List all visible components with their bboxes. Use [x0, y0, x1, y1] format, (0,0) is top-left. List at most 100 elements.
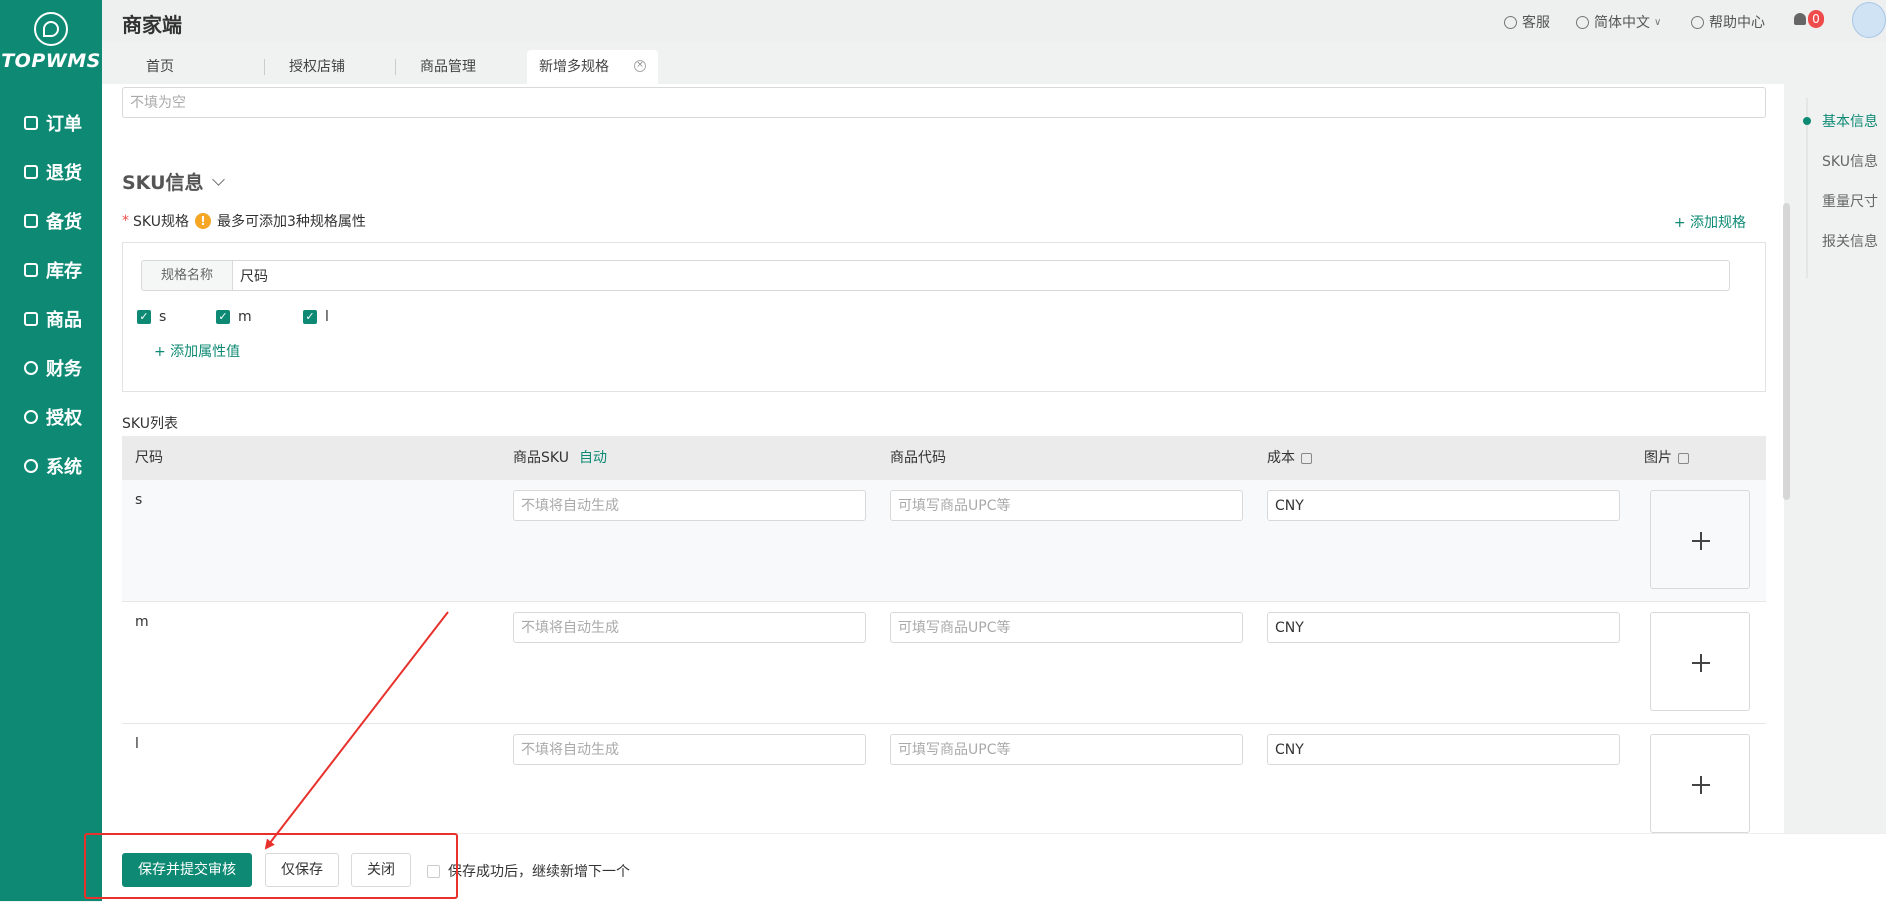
help-center-label: 帮助中心 — [1709, 15, 1765, 31]
sku-spec-label-text: SKU规格 — [133, 214, 189, 230]
checkbox-checked-icon: ✓ — [216, 310, 230, 324]
nav-item-label: 授权 — [46, 408, 82, 429]
nav-item-label: 退货 — [46, 163, 82, 184]
product-code-input[interactable] — [890, 734, 1243, 765]
customer-service-link[interactable]: 客服 — [1504, 12, 1550, 32]
tab-bar: 首页 授权店铺 商品管理 新增多规格 × — [122, 50, 658, 84]
optional-field-input[interactable] — [122, 87, 1766, 118]
logo: TOPWMS — [0, 12, 102, 72]
chevron-down-icon — [211, 173, 225, 186]
attr-checkbox-l[interactable]: ✓ l — [303, 309, 329, 325]
nav-item-returns[interactable]: 退货 — [24, 157, 82, 187]
product-icon — [24, 312, 38, 326]
checkbox-checked-icon: ✓ — [303, 310, 317, 324]
nav-item-label: 订单 — [46, 114, 82, 135]
nav-item-label: 系统 — [46, 457, 82, 478]
cost-input[interactable] — [1267, 734, 1620, 765]
nav-item-label: 备货 — [46, 212, 82, 233]
batch-edit-icon[interactable] — [1678, 452, 1689, 464]
nav-item-auth[interactable]: 授权 — [24, 402, 82, 432]
tab-home[interactable]: 首页 — [122, 50, 265, 84]
sku-input[interactable] — [513, 490, 866, 521]
scrollbar[interactable] — [1783, 203, 1790, 500]
column-header-cost: 成本 — [1267, 436, 1312, 480]
sku-input[interactable] — [513, 612, 866, 643]
warning-icon: ! — [194, 213, 211, 229]
tab-label: 授权店铺 — [289, 59, 345, 75]
help-icon — [1691, 15, 1704, 29]
anchor-customs-info[interactable]: 报关信息 — [1822, 231, 1878, 251]
logo-text: TOPWMS — [1, 50, 101, 72]
section-title-label: SKU信息 — [122, 172, 204, 194]
anchor-sku-info[interactable]: SKU信息 — [1822, 151, 1878, 171]
language-label: 简体中文 — [1594, 15, 1650, 31]
help-center-link[interactable]: 帮助中心 — [1691, 12, 1765, 32]
customer-service-label: 客服 — [1522, 15, 1550, 31]
column-header-sku-label: 商品SKU — [513, 450, 569, 466]
attr-label: s — [159, 309, 167, 325]
checkbox-checked-icon: ✓ — [137, 310, 151, 324]
app-title: 商家端 — [122, 13, 182, 37]
anchor-indicator — [1803, 117, 1811, 125]
nav-item-inventory[interactable]: 库存 — [24, 255, 82, 285]
finance-icon — [24, 361, 38, 375]
attr-label: l — [325, 309, 329, 325]
bell-icon — [1794, 13, 1806, 25]
cost-input[interactable] — [1267, 612, 1620, 643]
sku-input[interactable] — [513, 734, 866, 765]
column-header-code: 商品代码 — [890, 450, 946, 466]
nav-item-stock-prep[interactable]: 备货 — [24, 206, 82, 236]
sku-list-label: SKU列表 — [122, 416, 178, 432]
anchor-nav: 基本信息 SKU信息 重量尺寸 报关信息 — [1803, 98, 1886, 278]
tab-label: 商品管理 — [420, 59, 476, 75]
tab-product-management[interactable]: 商品管理 — [396, 50, 527, 84]
column-header-image: 图片 — [1644, 436, 1689, 480]
column-header-cost-label: 成本 — [1267, 450, 1295, 466]
spec-name-label: 规格名称 — [141, 260, 233, 291]
add-attr-button[interactable]: + 添加属性值 — [154, 341, 240, 361]
product-code-input[interactable] — [890, 612, 1243, 643]
nav-item-system[interactable]: 系统 — [24, 451, 82, 481]
continue-add-label: 保存成功后，继续新增下一个 — [448, 864, 630, 880]
table-row: m — [122, 602, 1766, 724]
size-cell: m — [135, 614, 149, 630]
close-icon[interactable]: × — [634, 60, 646, 72]
globe-icon — [1576, 15, 1589, 29]
attr-checkbox-m[interactable]: ✓ m — [216, 309, 252, 325]
settings-icon — [24, 459, 38, 473]
nav-item-products[interactable]: 商品 — [24, 304, 82, 334]
attr-checkbox-s[interactable]: ✓ s — [137, 309, 166, 325]
size-cell: l — [135, 736, 139, 752]
nav-item-orders[interactable]: 订单 — [24, 108, 82, 138]
nav-item-label: 商品 — [46, 310, 82, 331]
chevron-down-icon: ∨ — [1654, 16, 1662, 28]
image-upload-button[interactable] — [1650, 612, 1750, 711]
image-upload-button[interactable] — [1650, 490, 1750, 589]
language-select[interactable]: 简体中文 ∨ — [1576, 12, 1661, 32]
sku-auto-toggle[interactable]: 自动 — [579, 436, 607, 480]
avatar[interactable] — [1852, 2, 1886, 38]
nav-item-finance[interactable]: 财务 — [24, 353, 82, 383]
product-code-input[interactable] — [890, 490, 1243, 521]
column-header-image-label: 图片 — [1644, 450, 1672, 466]
tab-authorized-shops[interactable]: 授权店铺 — [265, 50, 396, 84]
main-content: SKU信息 * SKU规格 ! 最多可添加3种规格属性 + 添加规格 规格名称 … — [102, 84, 1784, 833]
sidebar: TOPWMS 订单 退货 备货 库存 商品 财务 授权 系统 — [0, 0, 102, 901]
sku-spec-hint: 最多可添加3种规格属性 — [216, 214, 366, 230]
batch-edit-icon[interactable] — [1301, 452, 1312, 464]
spec-name-input[interactable] — [232, 260, 1730, 291]
headset-icon — [1504, 15, 1517, 29]
sku-table: 尺码 商品SKU 自动 商品代码 成本 图片 s m — [122, 436, 1766, 833]
tab-new-multi-spec[interactable]: 新增多规格 × — [527, 50, 658, 84]
section-title-sku[interactable]: SKU信息 — [122, 168, 225, 195]
image-upload-button[interactable] — [1650, 734, 1750, 833]
anchor-basic-info[interactable]: 基本信息 — [1822, 111, 1878, 131]
notification-button[interactable]: 0 — [1794, 10, 1824, 28]
size-cell: s — [135, 492, 143, 508]
anchor-weight-size[interactable]: 重量尺寸 — [1822, 191, 1878, 211]
add-spec-button[interactable]: + 添加规格 — [1674, 212, 1746, 232]
spec-box: 规格名称 ✓ s ✓ m ✓ l + 添加属性值 — [122, 242, 1766, 392]
cost-input[interactable] — [1267, 490, 1620, 521]
required-mark: * — [122, 213, 129, 229]
auth-icon — [24, 410, 38, 424]
